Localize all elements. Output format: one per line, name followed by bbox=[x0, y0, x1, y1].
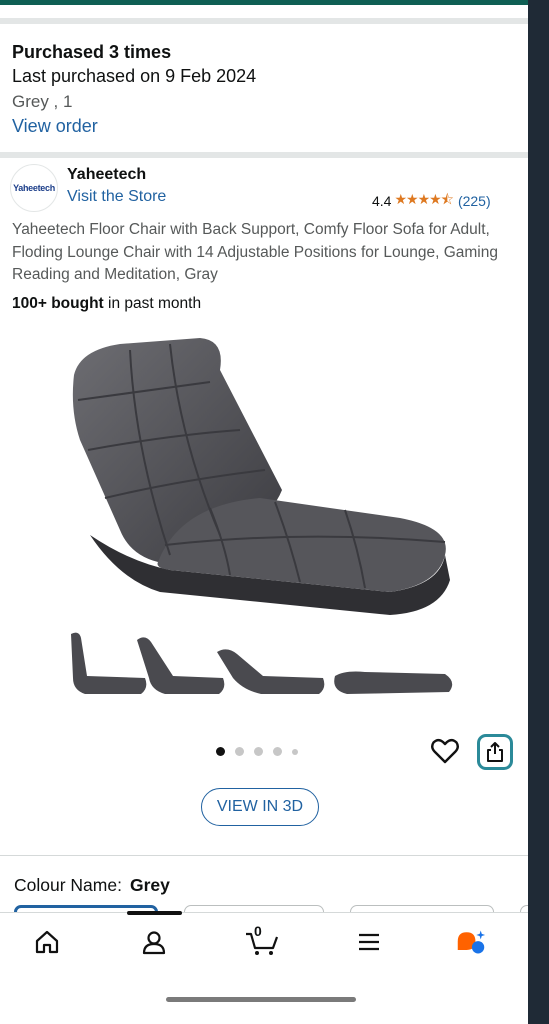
colour-selector-label: Colour Name: Grey bbox=[14, 875, 170, 896]
rufus-icon bbox=[457, 930, 486, 954]
nav-account[interactable] bbox=[139, 927, 169, 957]
visit-store-link[interactable]: Visit the Store bbox=[67, 188, 166, 206]
divider bbox=[0, 855, 528, 856]
wishlist-heart-icon[interactable] bbox=[430, 736, 460, 766]
share-icon bbox=[487, 742, 503, 762]
rating-summary[interactable]: 4.4 ★★★★⯪ (225) bbox=[372, 189, 491, 213]
carousel-dot[interactable] bbox=[216, 747, 225, 756]
carousel-dot[interactable] bbox=[235, 747, 244, 756]
nav-menu[interactable] bbox=[354, 927, 384, 957]
carousel-dot[interactable] bbox=[254, 747, 263, 756]
carousel-dot[interactable] bbox=[273, 747, 282, 756]
bought-period: in past month bbox=[103, 295, 202, 312]
colour-value: Grey bbox=[129, 875, 170, 895]
view-order-link[interactable]: View order bbox=[12, 114, 256, 139]
view-in-3d-button[interactable]: VIEW IN 3D bbox=[201, 788, 319, 826]
bought-badge: 100+ bought in past month bbox=[12, 295, 201, 313]
home-indicator bbox=[166, 997, 356, 1002]
rating-count[interactable]: (225) bbox=[458, 193, 491, 209]
top-strip bbox=[0, 0, 528, 5]
section-divider bbox=[0, 152, 528, 158]
bought-count: 100+ bought bbox=[12, 295, 104, 312]
nav-rufus[interactable] bbox=[456, 927, 486, 957]
purchase-count: Purchased 3 times bbox=[12, 42, 172, 62]
brand-logo[interactable]: Yaheetech bbox=[10, 164, 58, 212]
carousel-dot[interactable] bbox=[292, 748, 298, 755]
cart-icon bbox=[246, 932, 279, 955]
bottom-nav-bar: 0 bbox=[0, 911, 528, 1024]
menu-icon bbox=[359, 933, 379, 951]
share-button[interactable] bbox=[477, 734, 513, 770]
app-screen: Purchased 3 times Last purchased on 9 Fe… bbox=[0, 0, 528, 1024]
product-title[interactable]: Yaheetech Floor Chair with Back Support,… bbox=[12, 219, 514, 287]
last-purchased: Last purchased on 9 Feb 2024 bbox=[12, 66, 257, 86]
section-divider bbox=[0, 18, 528, 24]
cart-count: 0 bbox=[254, 923, 262, 939]
colour-label: Colour Name: bbox=[14, 875, 122, 895]
carousel-indicator bbox=[216, 747, 298, 756]
star-rating-icon: ★★★★⯪ bbox=[394, 191, 453, 207]
brand-name: Yaheetech bbox=[67, 166, 147, 183]
account-icon bbox=[142, 931, 166, 955]
rating-value: 4.4 bbox=[372, 193, 392, 209]
active-tab-indicator bbox=[127, 911, 182, 915]
brand-logo-text: Yaheetech bbox=[13, 183, 55, 193]
nav-cart[interactable]: 0 bbox=[244, 923, 280, 957]
purchase-history: Purchased 3 times Last purchased on 9 Fe… bbox=[12, 40, 256, 139]
position-thumbnails bbox=[71, 632, 453, 694]
nav-home[interactable] bbox=[32, 927, 62, 957]
product-image[interactable] bbox=[60, 330, 460, 640]
home-icon bbox=[35, 930, 59, 954]
purchase-variant: Grey , 1 bbox=[12, 92, 73, 111]
